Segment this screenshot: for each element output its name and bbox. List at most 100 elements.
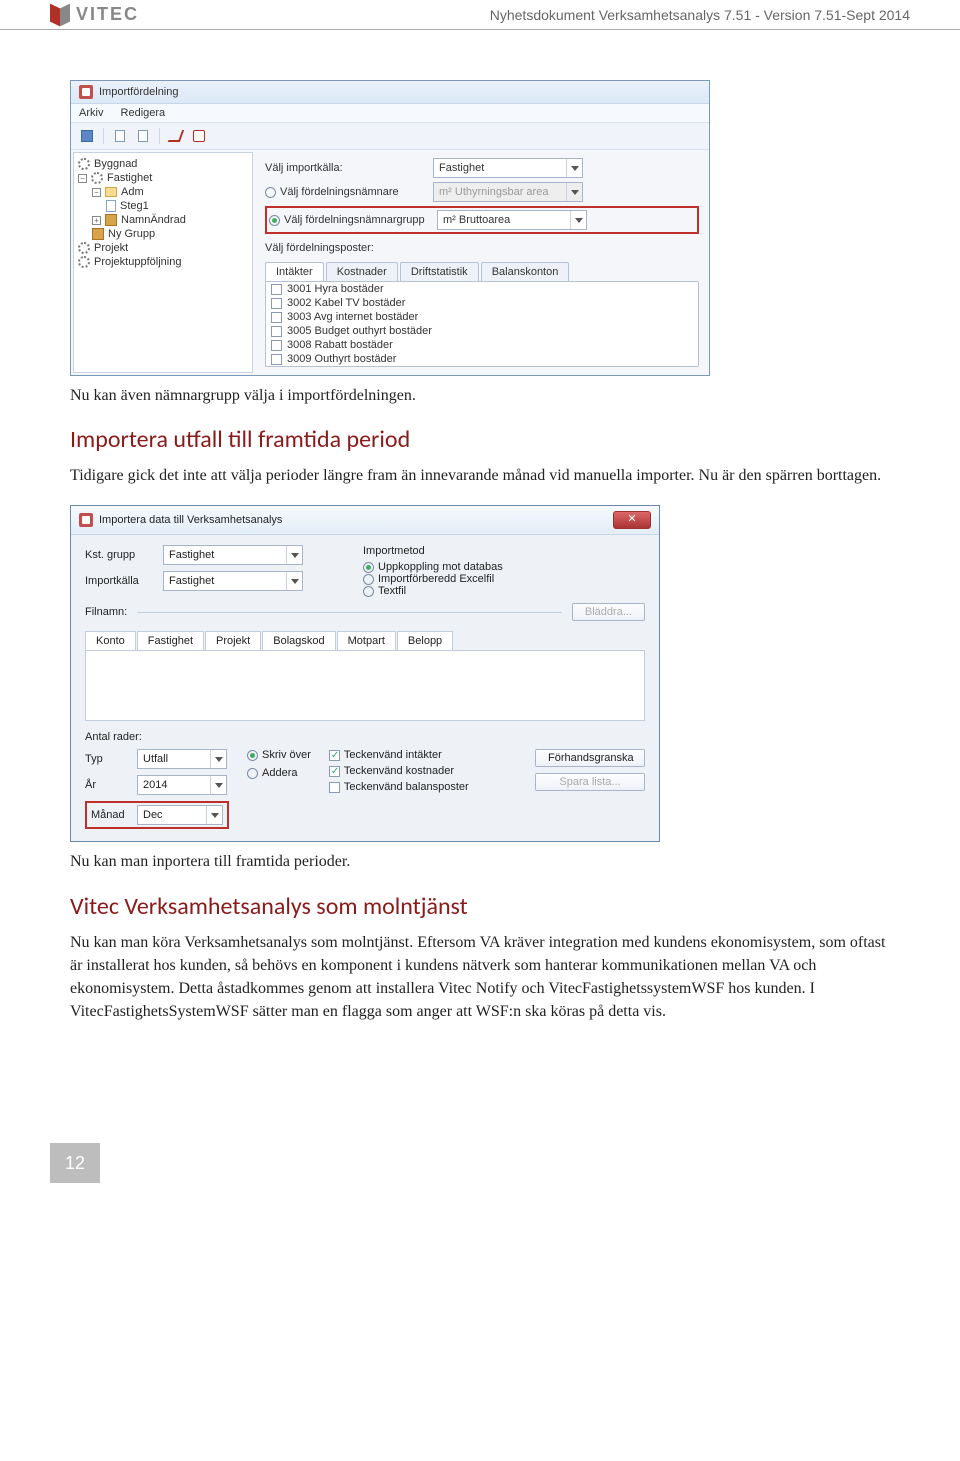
list-item[interactable]: 3009 Outhyrt bostäder xyxy=(266,352,698,366)
highlighted-manad: Månad Dec xyxy=(85,801,229,829)
checkbox-icon[interactable] xyxy=(329,766,340,777)
toolbar-red-button[interactable] xyxy=(189,127,209,145)
window-titlebar[interactable]: Importera data till Verksamhetsanalys ✕ xyxy=(71,506,659,535)
toolbar-doc2-button[interactable] xyxy=(133,127,153,145)
collapse-icon[interactable]: − xyxy=(78,174,87,183)
fordelningsnamnargrupp-dropdown[interactable]: m² Bruttoarea xyxy=(437,210,587,230)
tree-item-steg1[interactable]: Steg1 xyxy=(76,199,250,213)
checkbox-icon[interactable] xyxy=(329,782,340,793)
tree-item-namnandrad[interactable]: + NamnÄndrad xyxy=(76,213,250,227)
paragraph-importera-utfall: Tidigare gick det inte att välja periode… xyxy=(70,464,890,487)
radio-label: Välj fördelningsnämnare xyxy=(280,186,399,198)
toolbar-doc-button[interactable] xyxy=(110,127,130,145)
tree-item-projektuppfoljning[interactable]: Projektuppföljning xyxy=(76,255,250,269)
radio-textfil[interactable]: Textfil xyxy=(363,585,503,597)
checkbox-icon[interactable] xyxy=(271,284,282,295)
toolbar-separator xyxy=(159,128,160,144)
importkalla-dropdown[interactable]: Fastighet xyxy=(163,571,303,591)
tab-motpart[interactable]: Motpart xyxy=(337,631,396,650)
importkalla-dropdown[interactable]: Fastighet xyxy=(433,158,583,178)
radio-excelfil[interactable]: Importförberedd Excelfil xyxy=(363,573,503,585)
radio-icon[interactable] xyxy=(269,215,280,226)
tab-bolagskod[interactable]: Bolagskod xyxy=(262,631,335,650)
checkbox-icon[interactable] xyxy=(271,298,282,309)
tree-label: Projekt xyxy=(94,242,128,254)
chk-teck-intakter[interactable]: Teckenvänd intäkter xyxy=(329,749,469,761)
checkbox-icon[interactable] xyxy=(271,340,282,351)
tab-konto[interactable]: Konto xyxy=(85,631,136,650)
radio-icon[interactable] xyxy=(363,562,374,573)
tab-projekt[interactable]: Projekt xyxy=(205,631,261,650)
tree-label: NamnÄndrad xyxy=(121,214,186,226)
dropdown-value: Dec xyxy=(138,809,206,821)
tree-label: Steg1 xyxy=(120,200,149,212)
typ-dropdown[interactable]: Utfall xyxy=(137,749,227,769)
radio-icon[interactable] xyxy=(363,586,374,597)
radio-uppkoppling[interactable]: Uppkoppling mot databas xyxy=(363,561,503,573)
radio-label: Välj fördelningsnämnargrupp xyxy=(284,214,425,226)
list-item[interactable]: 3001 Hyra bostäder xyxy=(266,282,698,296)
label-fordelningsnamnare[interactable]: Välj fördelningsnämnare xyxy=(265,186,425,198)
gear-icon xyxy=(91,172,103,184)
tree-pane[interactable]: Byggnad −Fastighet −Adm Steg1 + NamnÄndra… xyxy=(73,152,253,373)
bladdra-button: Bläddra... xyxy=(572,603,645,621)
chevron-down-icon xyxy=(286,546,302,564)
checkbox-icon[interactable] xyxy=(329,750,340,761)
importera-data-window: Importera data till Verksamhetsanalys ✕ … xyxy=(70,505,660,842)
chk-teck-balans[interactable]: Teckenvänd balansposter xyxy=(329,781,469,793)
tree-item-fastighet[interactable]: −Fastighet xyxy=(76,171,250,185)
list-item[interactable]: 3005 Budget outhyrt bostäder xyxy=(266,324,698,338)
tree-item-adm[interactable]: −Adm xyxy=(76,185,250,199)
posts-listbox[interactable]: 3001 Hyra bostäder 3002 Kabel TV bostäde… xyxy=(265,282,699,367)
label-fordelningsposter: Välj fördelningsposter: xyxy=(265,242,699,254)
tab-belopp[interactable]: Belopp xyxy=(397,631,453,650)
radio-icon[interactable] xyxy=(247,750,258,761)
tree-item-byggnad[interactable]: Byggnad xyxy=(76,157,250,171)
folder-icon xyxy=(105,187,117,197)
checkbox-label: Teckenvänd intäkter xyxy=(344,749,442,761)
list-item[interactable]: 3003 Avg internet bostäder xyxy=(266,310,698,324)
collapse-icon[interactable]: − xyxy=(92,188,101,197)
kst-grupp-dropdown[interactable]: Fastighet xyxy=(163,545,303,565)
label-fordelningsnamnargrupp[interactable]: Välj fördelningsnämnargrupp xyxy=(269,214,429,226)
tab-kostnader[interactable]: Kostnader xyxy=(326,262,398,281)
checkbox-label: Teckenvänd kostnader xyxy=(344,765,454,777)
radio-label: Uppkoppling mot databas xyxy=(378,561,503,573)
close-button[interactable]: ✕ xyxy=(613,511,651,529)
ar-dropdown[interactable]: 2014 xyxy=(137,775,227,795)
tree-item-nygrupp[interactable]: Ny Grupp xyxy=(76,227,250,241)
toolbar-sig-button[interactable] xyxy=(166,127,186,145)
label-importmetod: Importmetod xyxy=(363,545,503,557)
checkbox-icon[interactable] xyxy=(271,354,282,365)
manad-dropdown[interactable]: Dec xyxy=(137,805,223,825)
expand-icon[interactable]: + xyxy=(92,216,101,225)
radio-icon[interactable] xyxy=(265,187,276,198)
label-ar: År xyxy=(85,779,129,791)
data-grid[interactable] xyxy=(85,651,645,721)
radio-skriv-over[interactable]: Skriv över xyxy=(247,749,311,761)
menu-redigera[interactable]: Redigera xyxy=(121,107,166,119)
tab-fastighet[interactable]: Fastighet xyxy=(137,631,204,650)
signature-icon xyxy=(168,130,184,142)
radio-addera[interactable]: Addera xyxy=(247,767,311,779)
tree-item-projekt[interactable]: Projekt xyxy=(76,241,250,255)
radio-icon[interactable] xyxy=(363,574,374,585)
forhandsgranska-button[interactable]: Förhandsgranska xyxy=(535,749,645,767)
filnamn-input[interactable] xyxy=(137,612,562,613)
tab-intakter[interactable]: Intäkter xyxy=(265,262,324,281)
toolbar-save-button[interactable] xyxy=(77,127,97,145)
chk-teck-kostnader[interactable]: Teckenvänd kostnader xyxy=(329,765,469,777)
tab-driftstatistik[interactable]: Driftstatistik xyxy=(400,262,479,281)
chevron-down-icon xyxy=(570,211,586,229)
red-box-icon xyxy=(193,130,205,142)
window-titlebar[interactable]: Importfördelning xyxy=(71,81,709,104)
checkbox-icon[interactable] xyxy=(271,312,282,323)
tab-balanskonton[interactable]: Balanskonton xyxy=(481,262,570,281)
menu-arkiv[interactable]: Arkiv xyxy=(79,107,103,119)
heading-importera-utfall: Importera utfall till framtida period xyxy=(70,425,890,454)
list-label: 3001 Hyra bostäder xyxy=(287,283,384,295)
list-item[interactable]: 3002 Kabel TV bostäder xyxy=(266,296,698,310)
radio-icon[interactable] xyxy=(247,768,258,779)
list-item[interactable]: 3008 Rabatt bostäder xyxy=(266,338,698,352)
checkbox-icon[interactable] xyxy=(271,326,282,337)
